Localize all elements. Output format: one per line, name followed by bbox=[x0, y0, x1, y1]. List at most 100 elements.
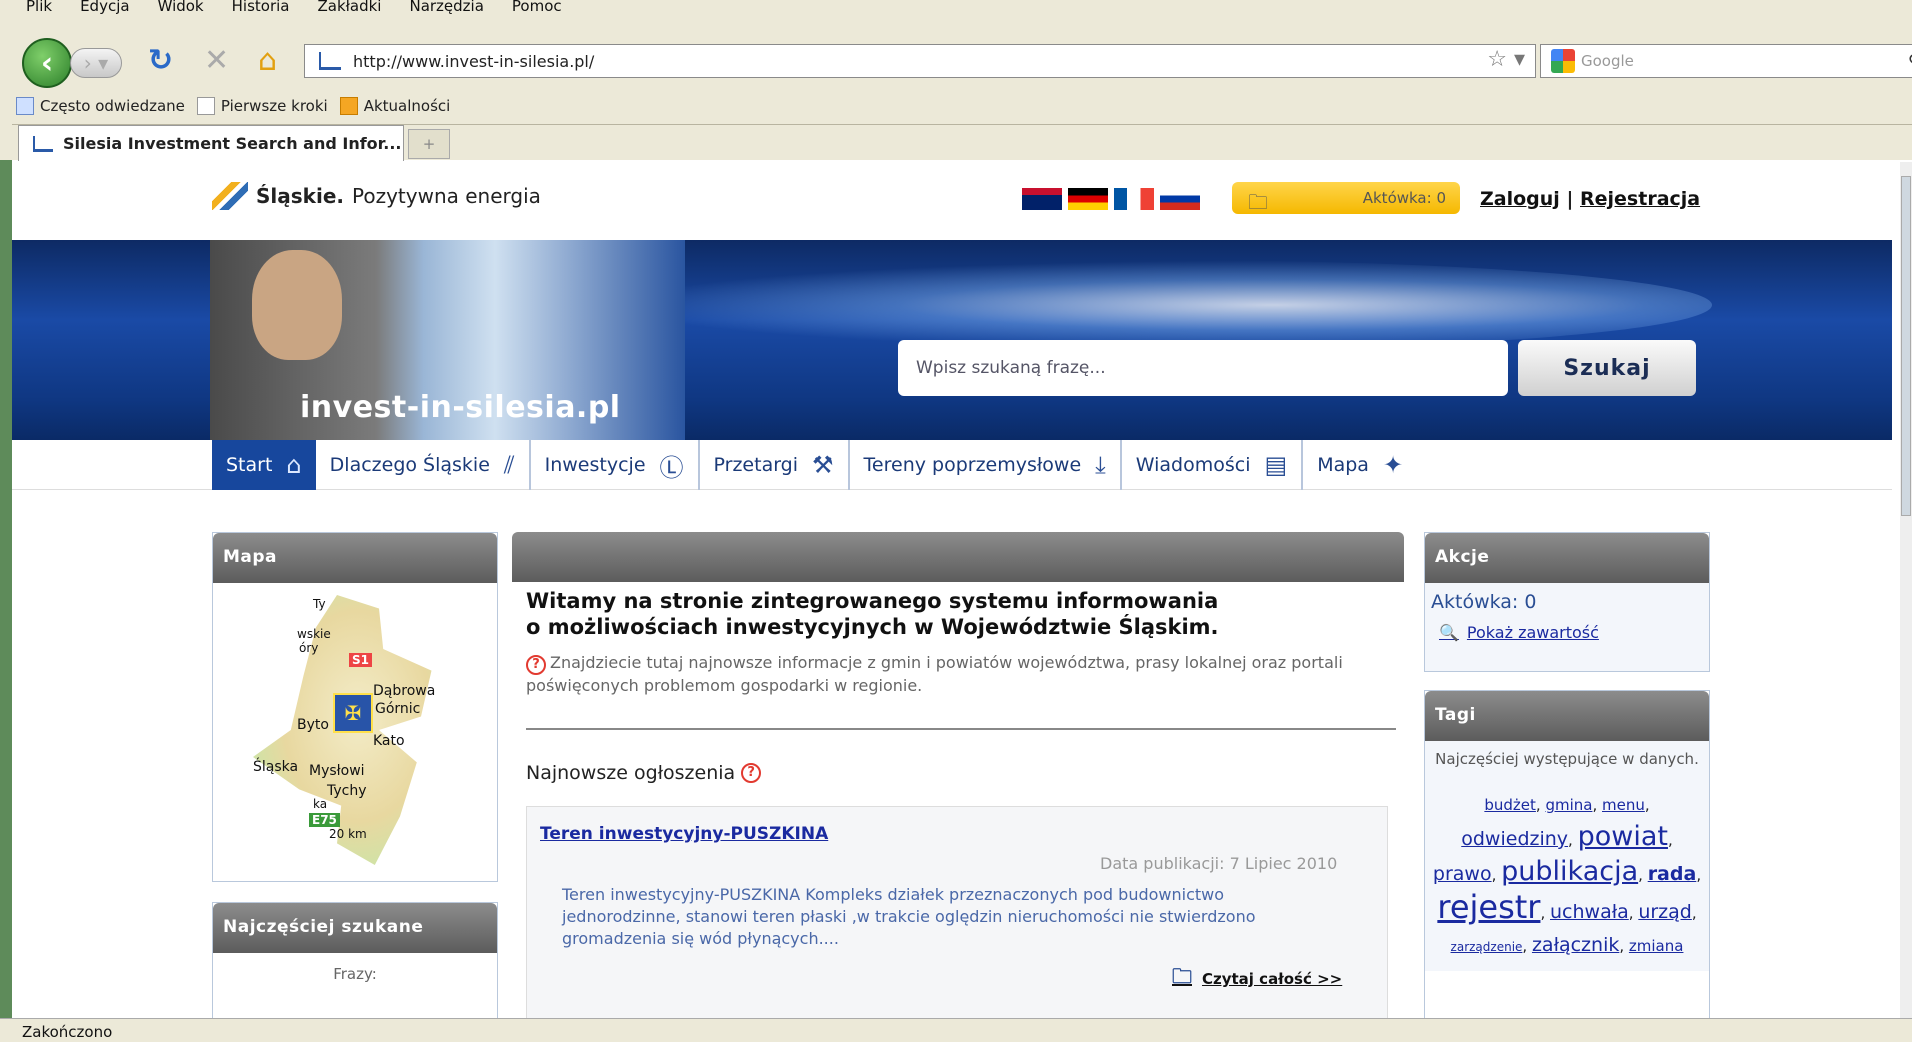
map-city-label: ka bbox=[313, 797, 328, 811]
bookmark-most-visited[interactable]: Często odwiedzane bbox=[16, 97, 185, 115]
welcome-line-1: Witamy na stronie zintegrowanego systemu… bbox=[526, 589, 1219, 613]
tag-link[interactable]: powiat bbox=[1578, 821, 1668, 852]
language-flags bbox=[1022, 188, 1200, 210]
page-icon bbox=[319, 52, 341, 70]
new-tab-button[interactable]: + bbox=[408, 129, 450, 159]
main-panel-header bbox=[512, 532, 1404, 582]
bookmark-folder-icon bbox=[16, 97, 34, 115]
menu-edit[interactable]: Edycja bbox=[80, 0, 129, 18]
menu-bookmarks[interactable]: Zakładki bbox=[317, 0, 381, 18]
stop-icon[interactable]: ✕ bbox=[204, 44, 229, 78]
tag-link[interactable]: menu bbox=[1602, 796, 1645, 814]
nav-start[interactable]: Start ⌂ bbox=[212, 440, 316, 490]
nav-why-silesia[interactable]: Dlaczego Śląskie ⫽ bbox=[316, 440, 531, 490]
tag-link[interactable]: uchwała bbox=[1550, 901, 1629, 923]
map-icon: ✦ bbox=[1382, 451, 1404, 479]
stripes-icon: ⫽ bbox=[503, 451, 515, 479]
tag-link[interactable]: załącznik bbox=[1532, 934, 1619, 956]
tag-link[interactable]: rejestr bbox=[1437, 888, 1540, 926]
german-flag-icon[interactable] bbox=[1068, 188, 1108, 210]
site-name: invest-in-silesia.pl bbox=[300, 390, 621, 425]
tag-link[interactable]: publikacja bbox=[1501, 856, 1638, 887]
search-button[interactable]: Szukaj bbox=[1518, 340, 1696, 396]
register-link[interactable]: Rejestracja bbox=[1580, 188, 1700, 210]
russian-flag-icon[interactable] bbox=[1160, 188, 1200, 210]
navigation-toolbar: ‹ › ▾ ↻ ✕ ⌂ http://www.invest-in-silesia… bbox=[12, 36, 1912, 88]
home-icon[interactable]: ⌂ bbox=[258, 44, 277, 78]
search-bar[interactable]: Google ⚲ bbox=[1540, 44, 1912, 78]
back-button[interactable]: ‹ bbox=[22, 38, 72, 88]
briefcase-count: Aktówka: 0 bbox=[1431, 591, 1537, 613]
nav-brownfields[interactable]: Tereny poprzemysłowe ⤓ bbox=[850, 440, 1122, 490]
url-bar[interactable]: http://www.invest-in-silesia.pl/ ☆ ▾ bbox=[304, 44, 1536, 78]
actions-panel: Akcje Aktówka: 0 🔍 Pokaż zawartość bbox=[1424, 532, 1710, 672]
read-more-label: Czytaj całość >> bbox=[1202, 970, 1343, 988]
magnifier-icon[interactable]: ⚲ bbox=[1908, 51, 1912, 72]
google-icon[interactable] bbox=[1551, 49, 1575, 73]
uk-flag-icon[interactable] bbox=[1022, 188, 1062, 210]
site-logo[interactable]: Śląskie. Pozytywna energia bbox=[212, 182, 541, 210]
nav-tenders[interactable]: Przetargi ⚒ bbox=[700, 440, 850, 490]
folder-icon: 🗀 bbox=[1172, 964, 1192, 988]
newest-label: Najnowsze ogłoszenia bbox=[526, 762, 736, 784]
menu-tools[interactable]: Narzędzia bbox=[409, 0, 483, 18]
menu-view[interactable]: Widok bbox=[158, 0, 204, 18]
web-page: Śląskie. Pozytywna energia 🗀 Aktówka: 0 … bbox=[12, 162, 1892, 1018]
show-contents-link[interactable]: 🔍 Pokaż zawartość bbox=[1431, 623, 1703, 642]
magnifier-folder-icon: 🔍 bbox=[1439, 623, 1459, 642]
tag-link[interactable]: urząd bbox=[1638, 901, 1692, 923]
tag-link[interactable]: gmina bbox=[1545, 796, 1592, 814]
gavel-icon: ⚒ bbox=[812, 451, 834, 479]
nav-investments[interactable]: Inwestycje Ⓛ bbox=[531, 440, 700, 490]
tag-link[interactable]: prawo bbox=[1433, 863, 1492, 885]
announcement-date: Data publikacji: 7 Lipiec 2010 bbox=[1100, 854, 1338, 873]
map-city-label: Mysłowi bbox=[309, 763, 365, 779]
region-map[interactable]: S1 Dąbrowa Górnic Byto Kato Śląska Mysło… bbox=[213, 583, 497, 881]
home-icon: ⌂ bbox=[286, 451, 302, 479]
map-panel: Mapa S1 Dąbrowa Górnic Byto Kato Śląska … bbox=[212, 532, 498, 882]
coat-of-arms-icon: ✠ bbox=[333, 693, 373, 733]
help-icon[interactable]: ? bbox=[526, 655, 546, 675]
map-city-label: Kato bbox=[373, 733, 405, 749]
slaskie-logo-icon bbox=[212, 182, 248, 210]
help-icon[interactable]: ? bbox=[741, 763, 762, 783]
tags-title: Tagi bbox=[1425, 691, 1709, 741]
forward-button[interactable]: › ▾ bbox=[70, 48, 122, 78]
tag-link[interactable]: zarządzenie bbox=[1451, 940, 1523, 954]
bookmark-first-steps[interactable]: Pierwsze kroki bbox=[196, 97, 328, 115]
map-panel-title: Mapa bbox=[213, 533, 497, 583]
reload-icon[interactable]: ↻ bbox=[148, 44, 173, 78]
tag-link[interactable]: zmiana bbox=[1629, 937, 1684, 955]
tag-link[interactable]: odwiedziny bbox=[1461, 828, 1568, 850]
login-link[interactable]: Zaloguj bbox=[1480, 188, 1560, 210]
announcement-title-link[interactable]: Teren inwestycyjny-PUSZKINA bbox=[540, 824, 828, 844]
site-search-input[interactable]: Wpisz szukaną frazę... bbox=[898, 340, 1508, 396]
main-navigation: Start ⌂ Dlaczego Śląskie ⫽ Inwestycje Ⓛ Prz… bbox=[12, 440, 1892, 490]
french-flag-icon[interactable] bbox=[1114, 188, 1154, 210]
star-bookmark-icon[interactable]: ☆ ▾ bbox=[1487, 47, 1525, 72]
welcome-line-2: o możliwościach inwestycyjnych w Wojewód… bbox=[526, 615, 1219, 639]
menu-history[interactable]: Historia bbox=[232, 0, 290, 18]
menu-file[interactable]: Plik bbox=[26, 0, 52, 18]
tag-link[interactable]: rada bbox=[1648, 863, 1697, 885]
scrollbar-thumb[interactable] bbox=[1901, 176, 1911, 516]
header-banner: invest-in-silesia.pl Wpisz szukaną frazę… bbox=[12, 240, 1892, 440]
menu-help[interactable]: Pomoc bbox=[512, 0, 562, 18]
read-more-link[interactable]: 🗀 Czytaj całość >> bbox=[1172, 962, 1342, 996]
welcome-description: ? Znajdziecie tutaj najnowsze informacje … bbox=[526, 652, 1386, 697]
tag-link[interactable]: budżet bbox=[1484, 796, 1536, 814]
bookmark-news[interactable]: Aktualności bbox=[339, 97, 450, 115]
phrases-label: Frazy: bbox=[333, 965, 377, 983]
briefcase-button[interactable]: 🗀 Aktówka: 0 bbox=[1232, 182, 1460, 214]
nav-news[interactable]: Wiadomości ▤ bbox=[1122, 440, 1304, 490]
bookmark-label: Pierwsze kroki bbox=[220, 97, 328, 115]
map-city-label: Ty bbox=[313, 597, 326, 611]
welcome-heading: Witamy na stronie zintegrowanego systemu… bbox=[526, 588, 1386, 640]
actions-content: Aktówka: 0 🔍 Pokaż zawartość bbox=[1425, 583, 1709, 671]
nav-map[interactable]: Mapa ✦ bbox=[1303, 440, 1417, 490]
map-city-label: Byto bbox=[297, 717, 329, 733]
map-city-label: wskie bbox=[297, 627, 331, 641]
map-city-label: óry bbox=[299, 641, 319, 655]
tab-active[interactable]: Silesia Investment Search and Infor... bbox=[18, 125, 404, 161]
banner-person bbox=[252, 250, 342, 360]
